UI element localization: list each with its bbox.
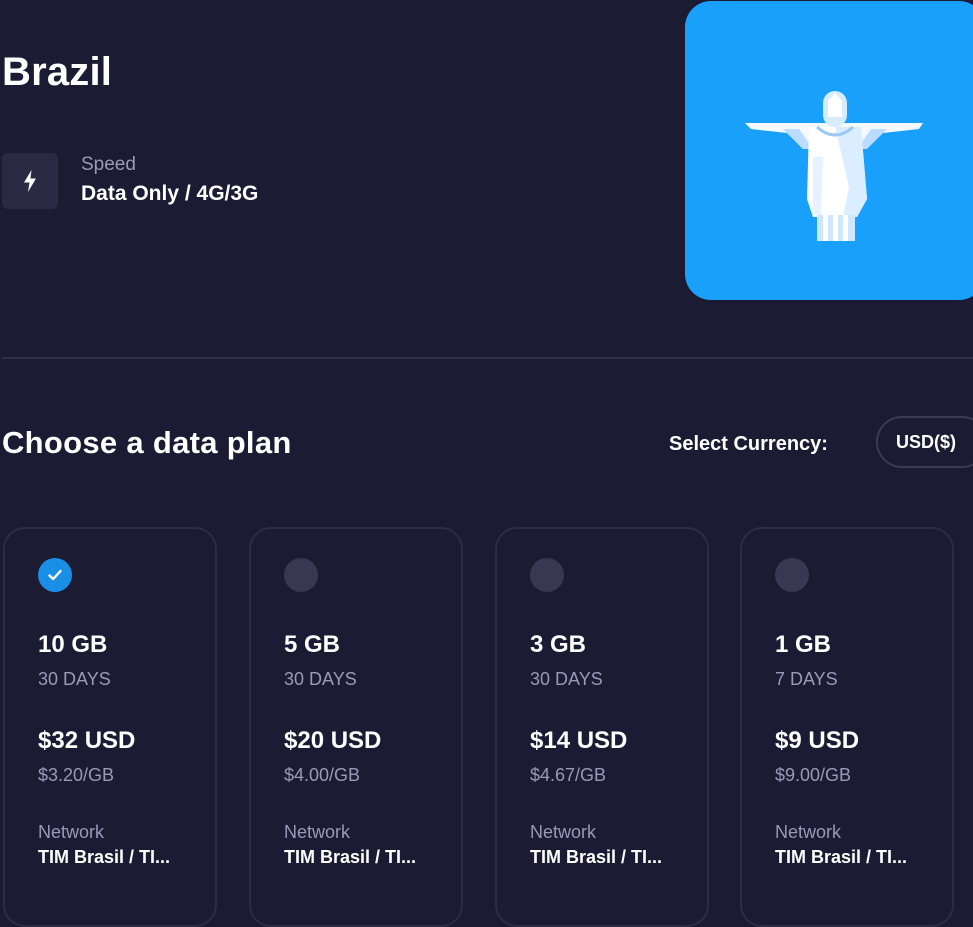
speed-value: Data Only / 4G/3G (81, 182, 259, 205)
check-icon (48, 569, 62, 581)
page-title: Brazil (2, 50, 113, 94)
country-image (685, 1, 973, 300)
plan-network: TIM Brasil / TI... (38, 847, 171, 867)
lightning-icon (2, 153, 58, 209)
plan-radio[interactable] (530, 558, 564, 592)
plan-network-label: Network (530, 822, 597, 842)
plan-network-label: Network (775, 822, 842, 842)
plan-radio[interactable] (775, 558, 809, 592)
plan-price: $14 USD (530, 727, 628, 754)
plan-card[interactable]: 3 GB 30 DAYS $14 USD $4.67/GB Network TI… (495, 527, 709, 927)
plan-network-label: Network (38, 822, 105, 842)
plan-radio[interactable] (284, 558, 318, 592)
plan-duration: 30 DAYS (38, 669, 111, 689)
plan-network: TIM Brasil / TI... (284, 847, 417, 867)
plan-data-amount: 3 GB (530, 631, 587, 658)
plan-price-per-gb: $9.00/GB (775, 765, 852, 785)
currency-select[interactable]: USD($) (876, 416, 973, 468)
speed-label: Speed (81, 154, 136, 175)
currency-label: Select Currency: (669, 433, 828, 455)
plan-card[interactable]: 1 GB 7 DAYS $9 USD $9.00/GB Network TIM … (740, 527, 954, 927)
plan-data-amount: 5 GB (284, 631, 341, 658)
plan-card[interactable]: 5 GB 30 DAYS $20 USD $4.00/GB Network TI… (249, 527, 463, 927)
speed-text: Speed Data Only / 4G/3G (81, 153, 258, 209)
plan-duration: 30 DAYS (284, 669, 357, 689)
plan-price-per-gb: $4.00/GB (284, 765, 361, 785)
plan-duration: 30 DAYS (530, 669, 603, 689)
plan-data-amount: 10 GB (38, 631, 108, 658)
plan-network: TIM Brasil / TI... (775, 847, 908, 867)
plan-network: TIM Brasil / TI... (530, 847, 663, 867)
plan-price-per-gb: $4.67/GB (530, 765, 607, 785)
plan-price: $9 USD (775, 727, 860, 754)
section-title: Choose a data plan (2, 425, 292, 460)
plan-price: $32 USD (38, 727, 136, 754)
plan-data-amount: 1 GB (775, 631, 832, 658)
plan-duration: 7 DAYS (775, 669, 838, 689)
plan-card[interactable]: 10 GB 30 DAYS $32 USD $3.20/GB Network T… (3, 527, 217, 927)
christ-the-redeemer-icon (745, 91, 923, 241)
plan-network-label: Network (284, 822, 351, 842)
plan-radio-selected[interactable] (38, 558, 72, 592)
speed-info: Speed Data Only / 4G/3G (2, 153, 258, 209)
plan-price: $20 USD (284, 727, 382, 754)
divider (2, 357, 973, 359)
plan-price-per-gb: $3.20/GB (38, 765, 115, 785)
